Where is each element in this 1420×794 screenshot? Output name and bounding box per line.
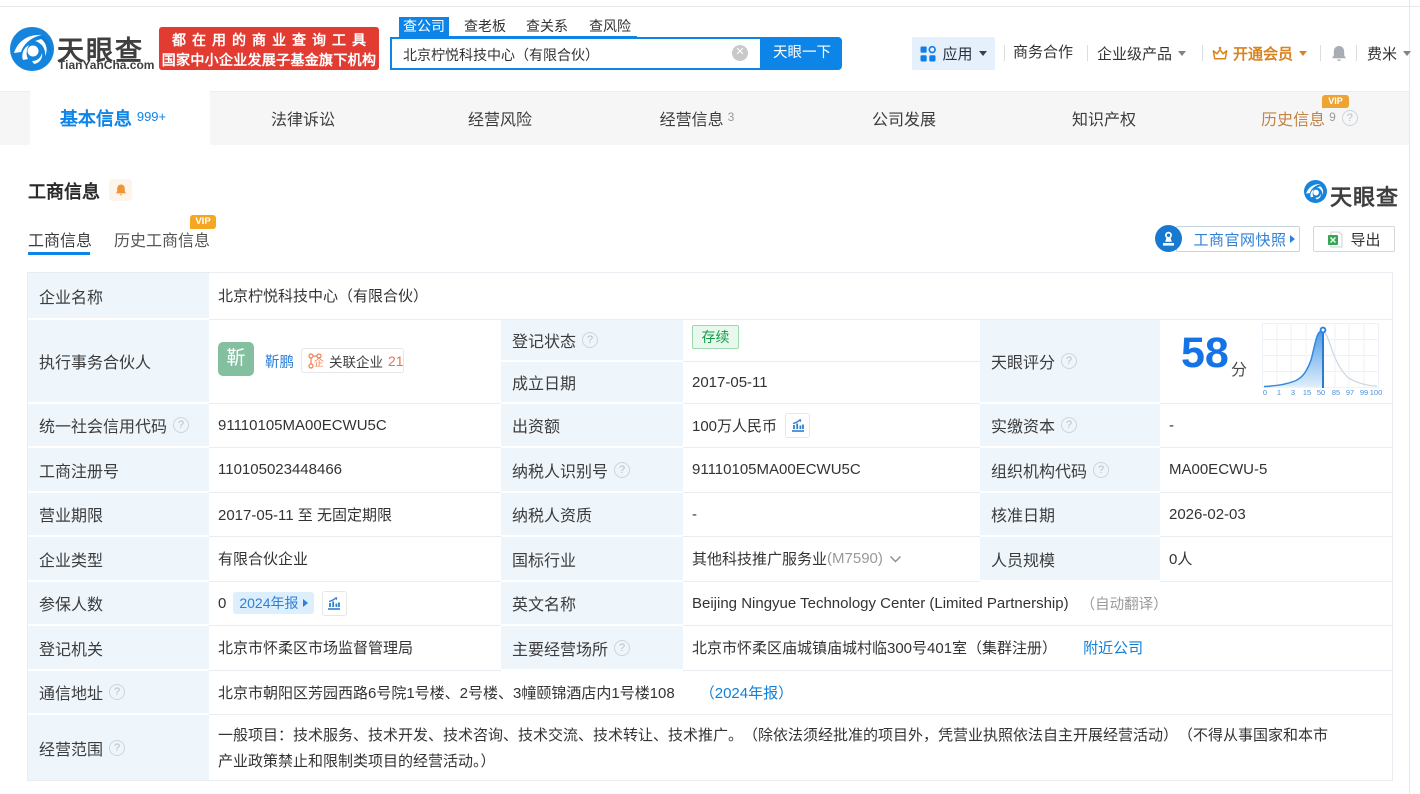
svg-text:85: 85: [1332, 388, 1340, 395]
svg-text:1: 1: [1277, 388, 1281, 395]
svg-text:99: 99: [1360, 388, 1368, 395]
svg-text:97: 97: [1346, 388, 1354, 395]
svg-text:50: 50: [1317, 388, 1325, 395]
svg-text:0: 0: [1263, 388, 1267, 395]
svg-text:3: 3: [1291, 388, 1295, 395]
svg-text:15: 15: [1303, 388, 1311, 395]
svg-text:100: 100: [1370, 388, 1382, 395]
